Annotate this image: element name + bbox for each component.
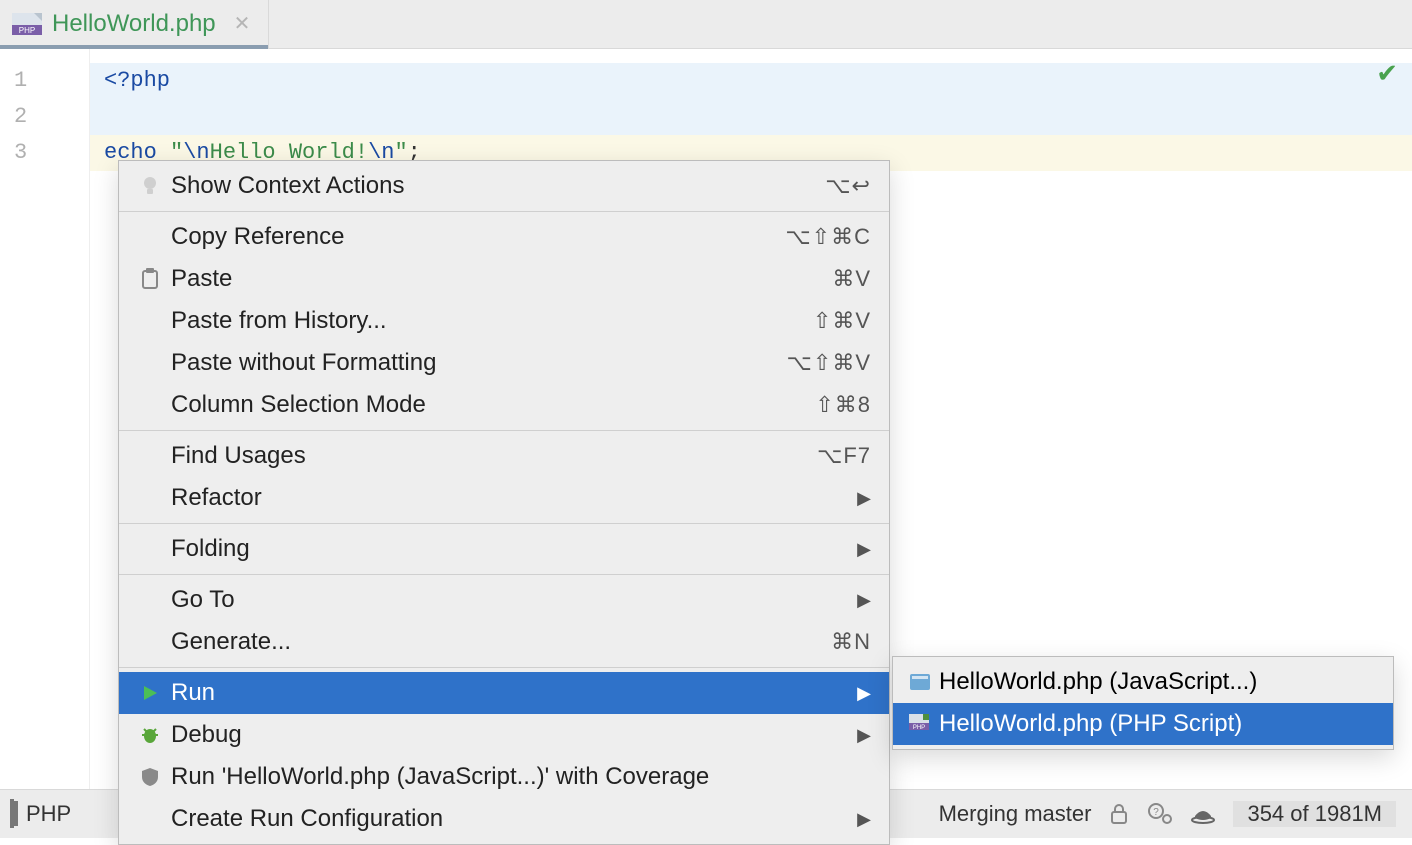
- submenu-arrow-icon: ▶: [847, 725, 871, 746]
- bulb-icon: [133, 175, 167, 197]
- line-number: 3: [0, 135, 89, 171]
- menu-separator: [119, 523, 889, 524]
- code-line-1: <?php: [90, 63, 1412, 99]
- menu-shortcut: ⇧⌘8: [815, 392, 871, 418]
- menu-separator: [119, 667, 889, 668]
- js-config-icon: [905, 672, 939, 692]
- php-file-icon: PHP: [12, 13, 42, 35]
- debug-icon: [133, 725, 167, 745]
- panel-toggle-icon[interactable]: [10, 801, 14, 827]
- svg-text:PHP: PHP: [19, 26, 35, 35]
- menu-label: Run 'HelloWorld.php (JavaScript...)' wit…: [167, 763, 871, 791]
- line-number: 1: [0, 63, 89, 99]
- menu-generate[interactable]: Generate... ⌘N: [119, 621, 889, 663]
- menu-label: Paste without Formatting: [167, 349, 787, 377]
- run-icon: [133, 684, 167, 702]
- menu-label: Create Run Configuration: [167, 805, 847, 833]
- status-merge-text: Merging master: [939, 801, 1092, 827]
- menu-show-context-actions[interactable]: Show Context Actions ⌥↩: [119, 165, 889, 207]
- submenu-run-js[interactable]: HelloWorld.php (JavaScript...): [893, 661, 1393, 703]
- menu-label: Go To: [167, 586, 847, 614]
- menu-shortcut: ⌘V: [832, 266, 871, 292]
- gutter: 1 2 3: [0, 49, 90, 789]
- coverage-icon: [133, 767, 167, 787]
- menu-label: Run: [167, 679, 847, 707]
- menu-run[interactable]: Run ▶: [119, 672, 889, 714]
- menu-shortcut: ⌥⇧⌘V: [787, 350, 871, 376]
- submenu-arrow-icon: ▶: [847, 488, 871, 509]
- line-number: 2: [0, 99, 89, 135]
- menu-label: Copy Reference: [167, 223, 785, 251]
- inspection-ok-icon: ✔: [1376, 59, 1398, 90]
- menu-label: Paste: [167, 265, 832, 293]
- menu-separator: [119, 574, 889, 575]
- menu-shortcut: ⌥↩: [825, 173, 871, 199]
- menu-separator: [119, 211, 889, 212]
- menu-create-run-configuration[interactable]: Create Run Configuration ▶: [119, 798, 889, 840]
- run-submenu: HelloWorld.php (JavaScript...) PHP Hello…: [892, 656, 1394, 750]
- submenu-arrow-icon: ▶: [847, 590, 871, 611]
- hector-settings-icon[interactable]: ?: [1147, 803, 1173, 825]
- menu-label: Refactor: [167, 484, 847, 512]
- memory-text: 354 of 1981M: [1247, 801, 1382, 827]
- svg-text:PHP: PHP: [913, 725, 925, 731]
- menu-label: Find Usages: [167, 442, 817, 470]
- submenu-arrow-icon: ▶: [847, 539, 871, 560]
- submenu-label: HelloWorld.php (JavaScript...): [939, 668, 1257, 696]
- submenu-arrow-icon: ▶: [847, 809, 871, 830]
- hector-icon[interactable]: [1191, 803, 1215, 825]
- menu-goto[interactable]: Go To ▶: [119, 579, 889, 621]
- svg-text:?: ?: [1154, 807, 1160, 818]
- menu-label: Debug: [167, 721, 847, 749]
- status-memory[interactable]: 354 of 1981M: [1233, 801, 1396, 827]
- menu-shortcut: ⌥F7: [817, 443, 871, 469]
- menu-column-selection-mode[interactable]: Column Selection Mode ⇧⌘8: [119, 384, 889, 426]
- clipboard-icon: [133, 268, 167, 290]
- php-open-tag: <?php: [104, 68, 170, 93]
- menu-refactor[interactable]: Refactor ▶: [119, 477, 889, 519]
- close-tab-icon[interactable]: ✕: [234, 14, 251, 34]
- menu-find-usages[interactable]: Find Usages ⌥F7: [119, 435, 889, 477]
- menu-label: Folding: [167, 535, 847, 563]
- submenu-run-php[interactable]: PHP HelloWorld.php (PHP Script): [893, 703, 1393, 745]
- menu-paste-without-formatting[interactable]: Paste without Formatting ⌥⇧⌘V: [119, 342, 889, 384]
- menu-label: Show Context Actions: [167, 172, 825, 200]
- context-menu: Show Context Actions ⌥↩ Copy Reference ⌥…: [118, 160, 890, 845]
- status-left-text: PHP: [26, 801, 71, 827]
- menu-copy-reference[interactable]: Copy Reference ⌥⇧⌘C: [119, 216, 889, 258]
- menu-label: Column Selection Mode: [167, 391, 815, 419]
- menu-label: Generate...: [167, 628, 831, 656]
- lock-icon[interactable]: [1109, 803, 1129, 825]
- menu-separator: [119, 430, 889, 431]
- tab-bar: PHP HelloWorld.php ✕: [0, 0, 1412, 49]
- code-line-2: [90, 99, 1412, 135]
- menu-run-with-coverage[interactable]: Run 'HelloWorld.php (JavaScript...)' wit…: [119, 756, 889, 798]
- menu-paste-history[interactable]: Paste from History... ⇧⌘V: [119, 300, 889, 342]
- php-config-icon: PHP: [905, 714, 939, 734]
- submenu-arrow-icon: ▶: [847, 683, 871, 704]
- menu-debug[interactable]: Debug ▶: [119, 714, 889, 756]
- menu-folding[interactable]: Folding ▶: [119, 528, 889, 570]
- menu-shortcut: ⇧⌘V: [813, 308, 871, 334]
- submenu-label: HelloWorld.php (PHP Script): [939, 710, 1242, 738]
- tab-title: HelloWorld.php: [52, 10, 216, 38]
- menu-shortcut: ⌥⇧⌘C: [785, 224, 871, 250]
- editor-tab[interactable]: PHP HelloWorld.php ✕: [0, 0, 269, 48]
- menu-shortcut: ⌘N: [831, 629, 871, 655]
- menu-paste[interactable]: Paste ⌘V: [119, 258, 889, 300]
- menu-label: Paste from History...: [167, 307, 813, 335]
